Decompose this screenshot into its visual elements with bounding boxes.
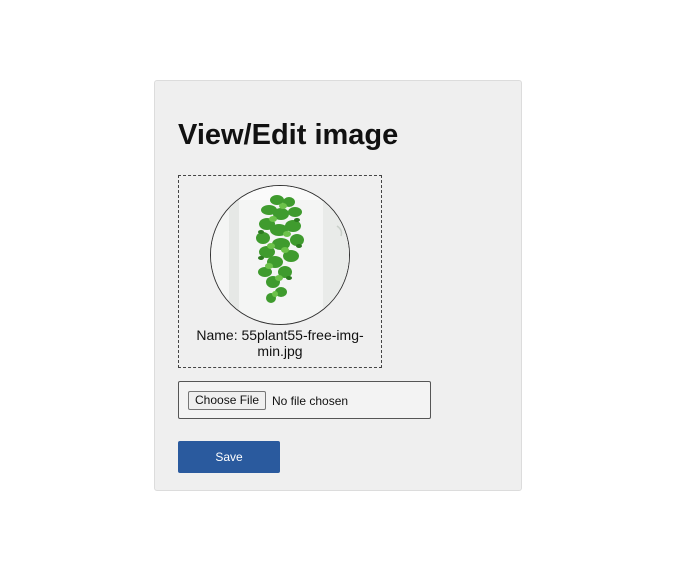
file-input[interactable]: Choose File No file chosen <box>178 381 431 419</box>
plant-image <box>211 186 349 324</box>
image-preview-box: Name: 55plant55-free-img-min.jpg <box>178 175 382 368</box>
save-button[interactable]: Save <box>178 441 280 473</box>
page-title: View/Edit image <box>178 119 399 151</box>
image-file-name: Name: 55plant55-free-img-min.jpg <box>196 327 364 359</box>
file-status-text: No file chosen <box>272 394 349 408</box>
edit-image-card: View/Edit image Name: 55plant55-free-img… <box>154 80 522 491</box>
choose-file-button[interactable]: Choose File <box>188 391 267 410</box>
image-preview-thumbnail <box>210 185 350 325</box>
